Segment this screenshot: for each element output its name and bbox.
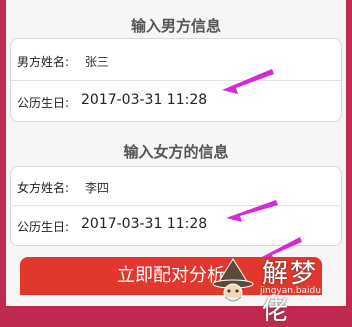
male-birth-row[interactable]: 公历生日: 2017-03-31 11:28 bbox=[11, 81, 341, 121]
male-birth-label: 公历生日: bbox=[17, 96, 70, 110]
female-section-title: 输入女方的信息 bbox=[123, 143, 229, 161]
female-name-row[interactable]: 女方姓名: 李四 bbox=[11, 167, 341, 205]
male-birth-datetime[interactable]: 2017-03-31 11:28 bbox=[81, 92, 207, 108]
male-name-label: 男方姓名: bbox=[17, 55, 70, 69]
male-section-title: 输入男方信息 bbox=[130, 17, 221, 35]
male-name-input[interactable]: 张三 bbox=[85, 53, 109, 70]
female-name-input[interactable]: 李四 bbox=[85, 179, 109, 196]
female-name-label: 女方姓名: bbox=[17, 181, 70, 195]
pointer-arrow-icon bbox=[226, 200, 278, 222]
female-birth-label: 公历生日: bbox=[17, 220, 70, 234]
pointer-arrow-icon bbox=[222, 69, 274, 94]
male-info-card: 男方姓名: 张三 公历生日: 2017-03-31 11:28 bbox=[10, 38, 342, 122]
female-birth-datetime[interactable]: 2017-03-31 11:28 bbox=[81, 216, 207, 232]
male-name-row[interactable]: 男方姓名: 张三 bbox=[11, 39, 341, 80]
wizard-logo-icon bbox=[212, 258, 254, 303]
watermark: 解梦佬 jingyan.baidu.com bbox=[204, 253, 344, 326]
watermark-url: jingyan.baidu.com bbox=[260, 286, 344, 296]
